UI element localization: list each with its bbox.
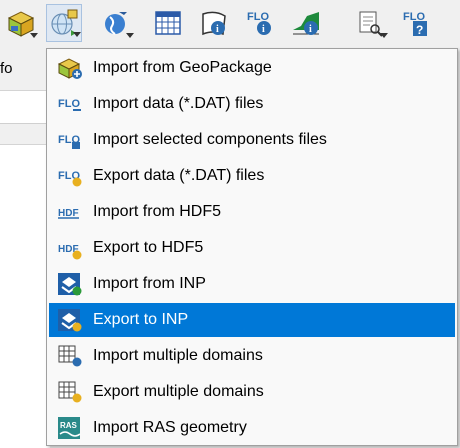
flo-help-toolbar-button[interactable]: FLO ? bbox=[398, 4, 434, 42]
menu-item-label: Import RAS geometry bbox=[93, 419, 247, 436]
inp-export-icon bbox=[58, 309, 82, 332]
panel-tab-label[interactable]: fo bbox=[0, 60, 13, 77]
flo-help-icon: FLO ? bbox=[403, 11, 427, 37]
menu-item-label: Import multiple domains bbox=[93, 347, 263, 364]
profile-info-toolbar-button[interactable]: i bbox=[288, 4, 324, 42]
menu-item-import-inp[interactable]: Import from INP bbox=[49, 267, 455, 301]
flo-import-icon: FLO bbox=[58, 98, 81, 111]
menu-item-import-multiple-domains[interactable]: Import multiple domains bbox=[49, 339, 455, 373]
multi-domain-export-icon bbox=[58, 381, 82, 403]
menu-item-export-dat[interactable]: FLO Export data (*.DAT) files bbox=[49, 159, 455, 193]
background-panel: fo bbox=[0, 48, 50, 448]
flo-info-icon: FLO i bbox=[247, 11, 271, 35]
menu-item-import-geopackage[interactable]: Import from GeoPackage bbox=[49, 51, 455, 85]
menu-item-label: Import from INP bbox=[93, 275, 206, 292]
svg-text:FLO: FLO bbox=[58, 98, 80, 110]
chevron-down-icon bbox=[73, 32, 81, 37]
multi-domain-import-icon bbox=[58, 345, 82, 367]
svg-text:?: ? bbox=[416, 23, 423, 37]
profile-info-icon: i bbox=[293, 12, 319, 35]
chevron-down-icon bbox=[126, 33, 134, 38]
panel-tab-strip: fo bbox=[0, 48, 50, 91]
svg-text:i: i bbox=[262, 24, 265, 35]
svg-text:FLO: FLO bbox=[247, 11, 269, 23]
menu-item-label: Export to INP bbox=[93, 311, 189, 328]
menu-item-import-ras-geometry[interactable]: RAS Import RAS geometry bbox=[49, 411, 455, 445]
menu-item-label: Import from GeoPackage bbox=[93, 59, 272, 76]
hdf5-export-icon: HDF bbox=[58, 244, 82, 260]
geopackage-import-icon bbox=[57, 58, 82, 79]
report-toolbar-button[interactable] bbox=[352, 4, 388, 42]
flo-export-icon: FLO bbox=[58, 170, 82, 187]
menu-item-export-inp[interactable]: Export to INP bbox=[49, 303, 455, 337]
svg-text:RAS: RAS bbox=[60, 421, 78, 430]
import-export-toolbar-button[interactable] bbox=[46, 4, 82, 42]
map-info-toolbar-button[interactable]: i bbox=[196, 4, 232, 42]
toolbar: i FLO i i FLO ? bbox=[0, 0, 460, 48]
map-info-icon: i bbox=[202, 11, 226, 36]
svg-text:i: i bbox=[309, 24, 312, 35]
globe-arrow-toolbar-button[interactable] bbox=[98, 4, 134, 42]
geopackage-toolbar-button[interactable] bbox=[2, 4, 38, 42]
hdf5-import-icon: HDF bbox=[58, 208, 79, 219]
menu-item-import-hdf5[interactable]: HDF Import from HDF5 bbox=[49, 195, 455, 229]
import-export-menu: Import from GeoPackage FLO Import data (… bbox=[46, 48, 458, 446]
menu-item-export-hdf5[interactable]: HDF Export to HDF5 bbox=[49, 231, 455, 265]
menu-item-label: Import data (*.DAT) files bbox=[93, 95, 264, 112]
menu-item-label: Export data (*.DAT) files bbox=[93, 167, 265, 184]
svg-text:i: i bbox=[216, 24, 219, 35]
chevron-down-icon bbox=[380, 33, 388, 38]
ras-import-icon: RAS bbox=[58, 417, 81, 439]
flo-import-selected-icon: FLO bbox=[58, 134, 80, 149]
menu-item-import-selected[interactable]: FLO Import selected components files bbox=[49, 123, 455, 157]
menu-item-label: Import from HDF5 bbox=[93, 203, 222, 220]
grid-toolbar-button[interactable] bbox=[150, 4, 186, 42]
menu-item-label: Export to HDF5 bbox=[93, 239, 204, 256]
flo-info-toolbar-button[interactable]: FLO i bbox=[242, 4, 278, 42]
chevron-down-icon bbox=[30, 33, 38, 38]
inp-import-icon bbox=[58, 273, 82, 296]
menu-item-export-multiple-domains[interactable]: Export multiple domains bbox=[49, 375, 455, 409]
menu-item-label: Export multiple domains bbox=[93, 383, 264, 400]
grid-table-icon bbox=[155, 11, 181, 35]
menu-item-label: Import selected components files bbox=[93, 131, 327, 148]
panel-header-strip bbox=[0, 124, 50, 145]
menu-item-import-dat[interactable]: FLO Import data (*.DAT) files bbox=[49, 87, 455, 121]
